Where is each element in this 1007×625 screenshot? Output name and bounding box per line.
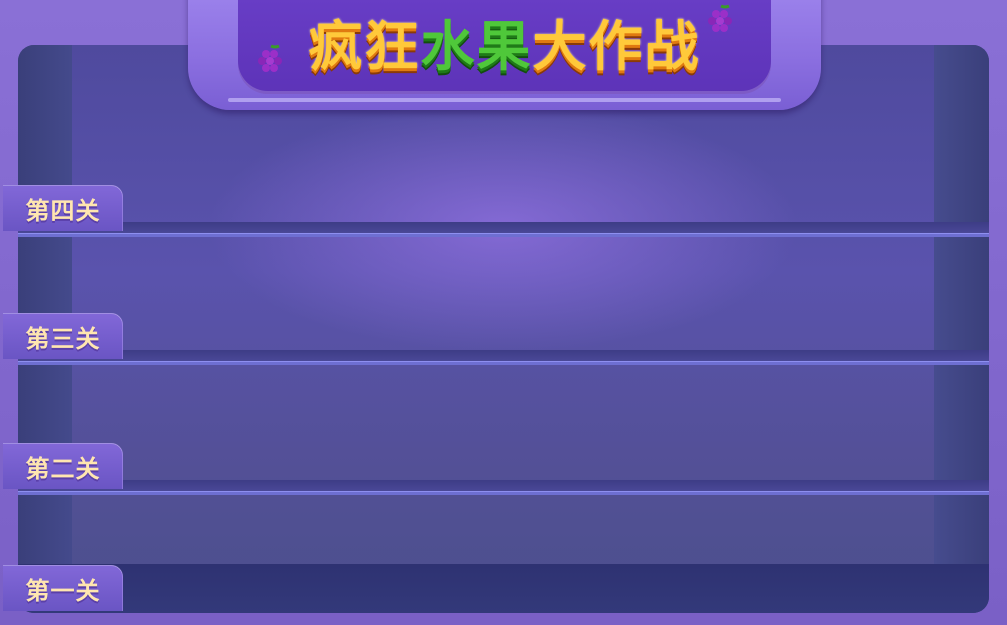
level-tab-4-label: 第四关 xyxy=(25,196,101,225)
title-part-1: 疯狂 xyxy=(308,15,421,78)
level-tab-2[interactable]: 第二关 xyxy=(3,443,123,489)
level-tab-4[interactable]: 第四关 xyxy=(3,185,123,231)
title-part-2: 水果 xyxy=(420,15,533,78)
cabinet-side-right xyxy=(934,45,989,613)
grape-icon-left xyxy=(256,44,286,81)
level-tab-1-label: 第一关 xyxy=(25,576,101,605)
level-tab-2-label: 第二关 xyxy=(25,454,101,483)
shelf-level-4 xyxy=(18,222,989,238)
cabinet-back-wall xyxy=(72,45,934,613)
game-title-logo: 疯狂水果大作战 xyxy=(238,2,771,81)
title-part-3: 大作战 xyxy=(532,15,701,78)
level-tab-3-label: 第三关 xyxy=(25,324,101,353)
level-tab-1[interactable]: 第一关 xyxy=(3,565,123,611)
title-banner-inner: 疯狂水果大作战 xyxy=(238,0,771,94)
title-banner-shine xyxy=(228,98,781,102)
grape-icon-right xyxy=(706,4,736,41)
shelf-level-3 xyxy=(18,350,989,366)
title-banner: 疯狂水果大作战 xyxy=(188,0,821,110)
game-screen: 第四关 第三关 第二关 第一关 疯狂水果大作战 xyxy=(0,0,1007,625)
level-tab-3[interactable]: 第三关 xyxy=(3,313,123,359)
shelf-level-2 xyxy=(18,480,989,496)
level-cabinet xyxy=(18,45,989,613)
shelf-level-1-floor xyxy=(18,564,989,613)
